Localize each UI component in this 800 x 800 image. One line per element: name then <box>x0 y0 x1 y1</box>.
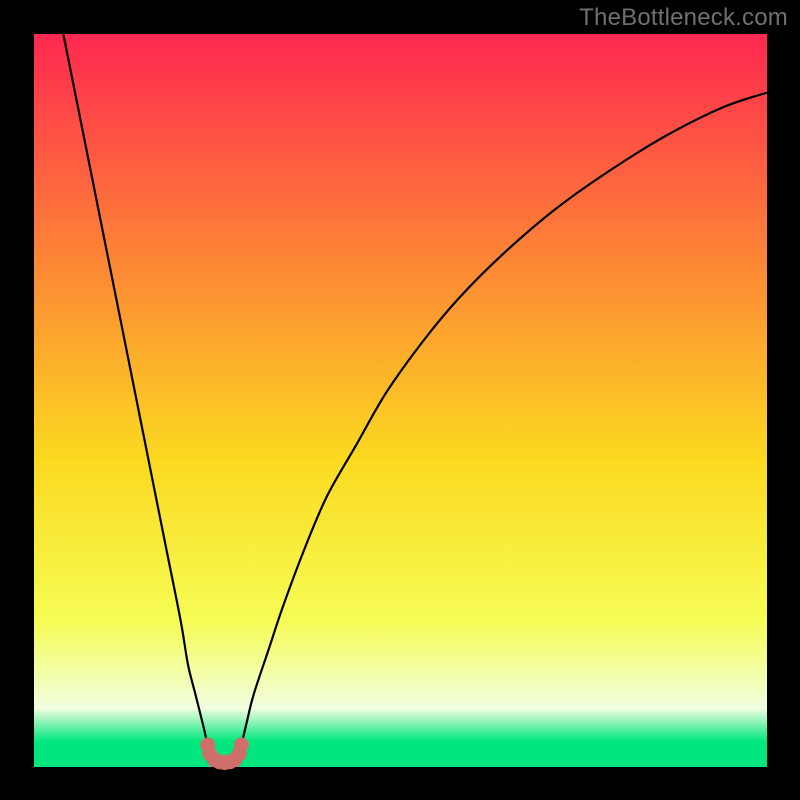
valley-marker <box>234 738 249 753</box>
gradient-background <box>34 34 767 767</box>
chart-frame: { "watermark": "TheBottleneck.com", "col… <box>0 0 800 800</box>
bottleneck-chart <box>0 0 800 800</box>
watermark-text: TheBottleneck.com <box>579 4 788 32</box>
